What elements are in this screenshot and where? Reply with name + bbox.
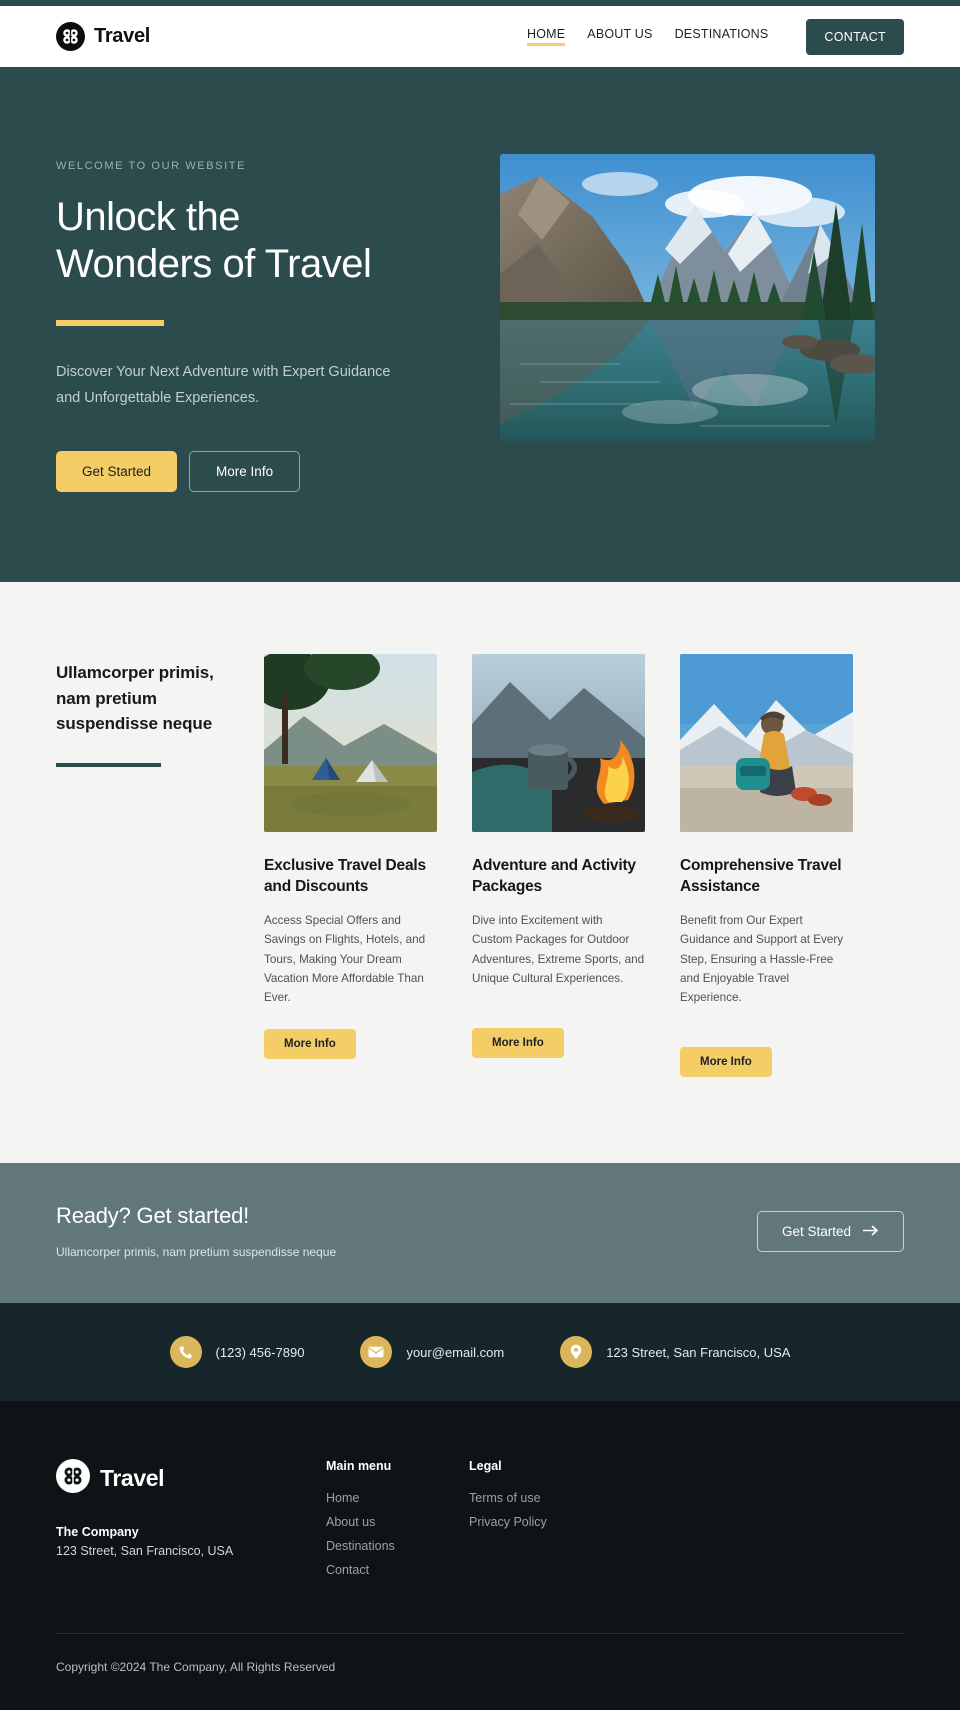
footer-legal-menu: Legal Terms of use Privacy Policy <box>469 1459 612 1585</box>
nav-item-destinations[interactable]: DESTINATIONS <box>675 27 769 46</box>
hero-section: WELCOME TO OUR WEBSITE Unlock the Wonder… <box>0 67 960 583</box>
features-heading-block: Ullamcorper primis, nam pretium suspendi… <box>56 654 264 1077</box>
feature-card-more-info-button[interactable]: More Info <box>264 1029 356 1060</box>
list-item: Destinations <box>326 1537 469 1555</box>
hero-subtitle: Discover Your Next Adventure with Expert… <box>56 364 391 406</box>
cta-title: Ready? Get started! <box>56 1203 250 1229</box>
footer-link-contact[interactable]: Contact <box>326 1563 369 1577</box>
hero-buttons: Get Started More Info <box>56 451 476 493</box>
list-item: About us <box>326 1513 469 1531</box>
feature-card-image <box>264 654 437 833</box>
features-section: Ullamcorper primis, nam pretium suspendi… <box>0 582 960 1164</box>
footer-main-menu: Main menu Home About us Destinations Con… <box>326 1459 469 1585</box>
envelope-icon <box>360 1336 393 1369</box>
footer-brand-logo[interactable]: Travel <box>56 1459 326 1498</box>
footer-brand-name: Travel <box>100 1465 165 1492</box>
feature-card-body: Benefit from Our Expert Guidance and Sup… <box>680 913 844 1005</box>
feature-card: Adventure and Activity Packages Dive int… <box>472 654 645 1077</box>
hero-more-info-button[interactable]: More Info <box>189 451 301 493</box>
footer-link-destinations[interactable]: Destinations <box>326 1539 395 1553</box>
brand-name: Travel <box>94 25 151 47</box>
phone-icon <box>169 1336 202 1369</box>
features-heading: Ullamcorper primis, nam pretium suspendi… <box>56 663 214 734</box>
hero-eyebrow: WELCOME TO OUR WEBSITE <box>56 160 247 172</box>
nav-item-home[interactable]: HOME <box>526 27 566 46</box>
footer-columns: Travel The Company 123 Street, San Franc… <box>56 1459 904 1585</box>
footer-link-privacy-policy[interactable]: Privacy Policy <box>469 1515 547 1529</box>
footer-link-about-us[interactable]: About us <box>326 1515 375 1529</box>
feature-card-title: Adventure and Activity Packages <box>472 857 636 896</box>
feature-card-body: Access Special Offers and Savings on Fli… <box>264 913 426 1005</box>
footer-main-menu-list: Home About us Destinations Contact <box>326 1489 469 1579</box>
feature-card: Comprehensive Travel Assistance Benefit … <box>680 654 853 1078</box>
footer-link-home[interactable]: Home <box>326 1491 359 1505</box>
footer-company-address: 123 Street, San Francisco, USA <box>56 1544 234 1559</box>
page-root: Travel HOME ABOUT US DESTINATIONS CONTAC… <box>0 0 960 1710</box>
feature-card-title: Exclusive Travel Deals and Discounts <box>264 857 426 896</box>
list-item: Contact <box>326 1561 469 1579</box>
cta-subtitle: Ullamcorper primis, nam pretium suspendi… <box>56 1245 337 1260</box>
contact-address[interactable]: 123 Street, San Francisco, USA <box>560 1336 791 1369</box>
footer-legal-list: Terms of use Privacy Policy <box>469 1489 612 1531</box>
contact-button[interactable]: CONTACT <box>806 18 904 55</box>
features-accent-rule <box>56 762 161 767</box>
list-item: Terms of use <box>469 1489 612 1507</box>
hero-image <box>500 154 875 441</box>
brand-logo[interactable]: Travel <box>56 22 150 51</box>
list-item: Home <box>326 1489 469 1507</box>
clover-circle-logo-icon <box>56 1459 90 1498</box>
feature-card-title: Comprehensive Travel Assistance <box>680 857 842 896</box>
feature-card-image <box>472 654 645 833</box>
site-header: Travel HOME ABOUT US DESTINATIONS CONTAC… <box>0 6 960 67</box>
nav-item-about-us[interactable]: ABOUT US <box>587 27 652 46</box>
main-nav: HOME ABOUT US DESTINATIONS CONTACT <box>526 18 904 55</box>
site-footer: Travel The Company 123 Street, San Franc… <box>0 1401 960 1710</box>
cta-text-block: Ready? Get started! Ullamcorper primis, … <box>56 1203 336 1259</box>
feature-card-image <box>680 654 853 833</box>
footer-link-terms-of-use[interactable]: Terms of use <box>469 1491 541 1505</box>
cta-get-started-button[interactable]: Get Started <box>756 1210 904 1252</box>
contact-bar: (123) 456-7890 your@email.com 123 Street… <box>0 1303 960 1402</box>
hero-accent-rule <box>56 320 164 327</box>
feature-card-more-info-button[interactable]: More Info <box>472 1028 564 1059</box>
hero-title: Unlock the Wonders of Travel <box>56 194 476 288</box>
feature-cards: Exclusive Travel Deals and Discounts Acc… <box>264 654 853 1078</box>
feature-card: Exclusive Travel Deals and Discounts Acc… <box>264 654 437 1077</box>
hero-content: WELCOME TO OUR WEBSITE Unlock the Wonder… <box>56 152 476 493</box>
cta-section: Ready? Get started! Ullamcorper primis, … <box>0 1163 960 1304</box>
footer-copyright: Copyright ©2024 The Company, All Rights … <box>56 1660 336 1675</box>
feature-card-body: Dive into Excitement with Custom Package… <box>472 913 645 985</box>
contact-phone[interactable]: (123) 456-7890 <box>169 1336 305 1369</box>
contact-email-text: your@email.com <box>406 1344 505 1360</box>
list-item: Privacy Policy <box>469 1513 612 1531</box>
arrow-right-icon <box>863 1224 879 1239</box>
map-pin-icon <box>560 1336 593 1369</box>
footer-brand-column: Travel The Company 123 Street, San Franc… <box>56 1459 326 1585</box>
feature-card-more-info-button[interactable]: More Info <box>680 1047 772 1078</box>
hero-title-line1: Unlock the <box>56 195 240 239</box>
footer-company-label: The Company <box>56 1525 139 1540</box>
contact-address-text: 123 Street, San Francisco, USA <box>606 1344 791 1360</box>
hero-title-line2: Wonders of Travel <box>56 242 372 287</box>
contact-email[interactable]: your@email.com <box>360 1336 505 1369</box>
hero-get-started-button[interactable]: Get Started <box>56 451 178 493</box>
contact-phone-text: (123) 456-7890 <box>215 1344 305 1360</box>
footer-main-menu-title: Main menu <box>326 1459 392 1474</box>
clover-circle-logo-icon <box>56 22 85 51</box>
footer-legal-title: Legal <box>469 1459 502 1474</box>
cta-button-label: Get Started <box>781 1223 851 1239</box>
